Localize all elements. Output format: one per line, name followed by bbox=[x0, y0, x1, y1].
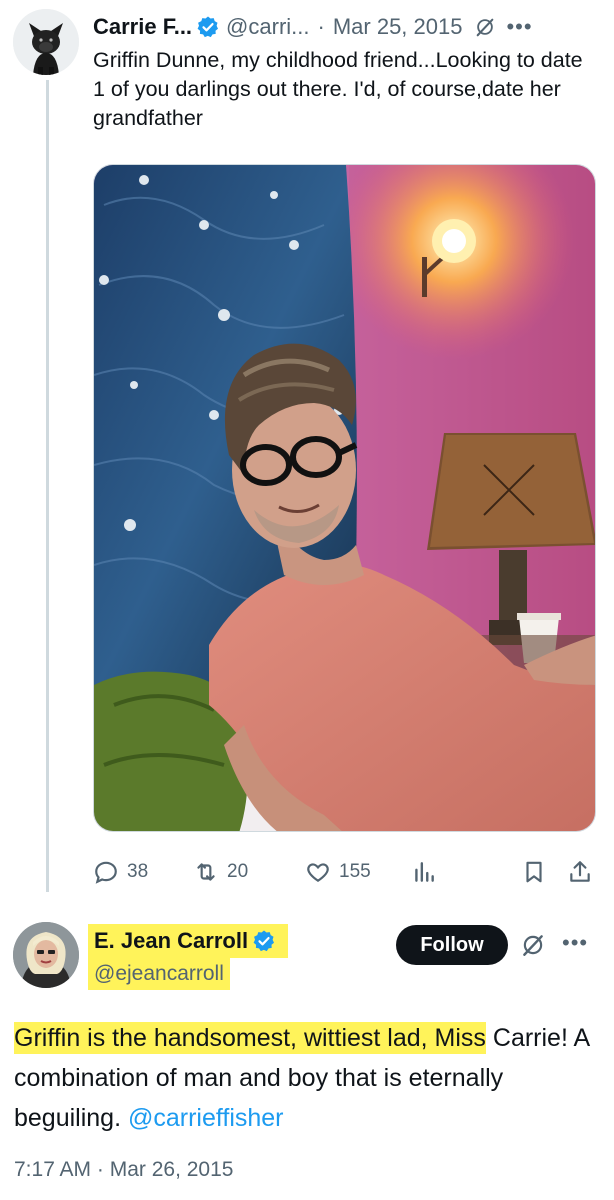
tweet1-date[interactable]: Mar 25, 2015 bbox=[333, 14, 463, 40]
views-icon bbox=[415, 862, 434, 882]
more-icon[interactable]: ••• bbox=[562, 930, 588, 956]
repost-icon bbox=[197, 863, 215, 881]
tweet2-text-highlighted: Griffin is the handsomest, wittiest lad,… bbox=[14, 1022, 486, 1054]
like-button[interactable]: 155 bbox=[305, 859, 371, 885]
share-button[interactable] bbox=[567, 859, 593, 885]
tweet1-display-name[interactable]: Carrie F... bbox=[93, 14, 192, 40]
tweet1-header: Carrie F... @carri... · Mar 25, 2015 ••• bbox=[93, 10, 602, 44]
grok-icon[interactable] bbox=[520, 932, 546, 958]
more-icon[interactable]: ••• bbox=[506, 14, 532, 40]
like-count: 155 bbox=[339, 861, 371, 882]
separator-dot: · bbox=[317, 14, 325, 39]
bookmark-button[interactable] bbox=[521, 859, 547, 885]
tweet1-photo[interactable] bbox=[93, 164, 596, 832]
like-icon bbox=[307, 863, 329, 882]
avatar-ejeancarroll[interactable] bbox=[13, 922, 79, 988]
grok-icon[interactable] bbox=[474, 16, 496, 38]
repost-button[interactable]: 20 bbox=[193, 859, 248, 885]
avatar-carrie[interactable] bbox=[13, 9, 79, 75]
tweet1-action-bar: 38 20 155 bbox=[93, 852, 596, 892]
tweet1-text: Griffin Dunne, my childhood friend...Loo… bbox=[93, 48, 583, 130]
tweet2-handle[interactable]: @ejeancarroll bbox=[94, 962, 224, 986]
verified-badge-icon bbox=[253, 930, 275, 952]
tweet2-handle-row: @ejeancarroll bbox=[88, 958, 230, 990]
tweet2-display-name[interactable]: E. Jean Carroll bbox=[94, 928, 248, 954]
tweet2-name-row: E. Jean Carroll bbox=[88, 924, 289, 958]
reply-count: 38 bbox=[127, 861, 149, 882]
tweet1-handle[interactable]: @carri... bbox=[226, 14, 309, 40]
verified-badge-icon bbox=[197, 16, 219, 38]
reply-icon bbox=[95, 861, 117, 884]
share-icon bbox=[570, 861, 590, 882]
bookmark-icon bbox=[526, 861, 542, 883]
follow-button[interactable]: Follow bbox=[396, 925, 508, 965]
tweet2-text: Griffin is the handsomest, wittiest lad,… bbox=[14, 1018, 600, 1138]
views-button[interactable] bbox=[411, 859, 437, 885]
thread-connector-line bbox=[46, 80, 49, 892]
tweet2-timestamp[interactable]: 7:17 AM · Mar 26, 2015 bbox=[14, 1158, 233, 1182]
reply-button[interactable]: 38 bbox=[93, 859, 148, 885]
mention-link[interactable]: @carrieffisher bbox=[128, 1104, 284, 1132]
repost-count: 20 bbox=[227, 861, 249, 882]
